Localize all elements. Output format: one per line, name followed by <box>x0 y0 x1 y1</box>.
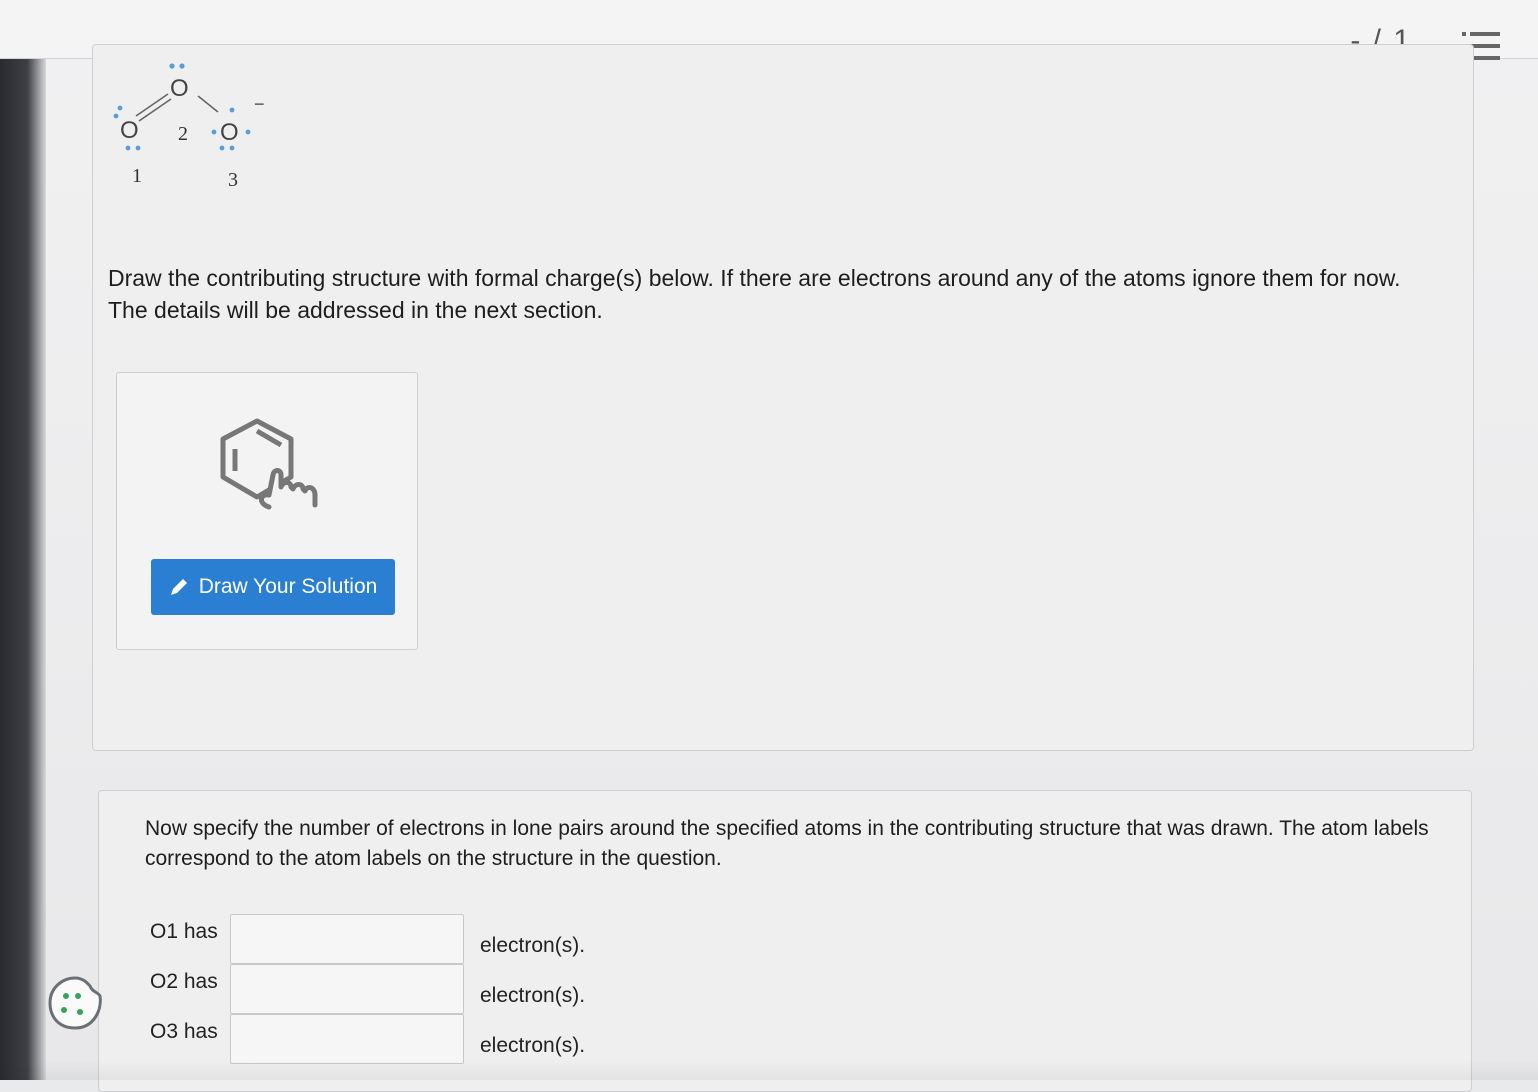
o1-electrons-input[interactable] <box>230 914 464 964</box>
row-o2-label: O2 has <box>150 970 218 993</box>
draw-prompt: Draw the contributing structure with for… <box>108 262 1508 326</box>
cookie-icon[interactable] <box>46 974 104 1032</box>
row-o1-unit: electron(s). <box>480 934 586 957</box>
drawing-area[interactable]: Draw Your Solution <box>116 372 418 650</box>
atom-o3-symbol: O <box>220 119 239 146</box>
atom-label-2: 2 <box>178 123 188 145</box>
draw-prompt-line2: The details will be addressed in the nex… <box>108 297 603 323</box>
atom-label-3: 3 <box>228 169 238 191</box>
page: - / 1 O O O − 1 2 3 Draw the contributin… <box>0 0 1538 1092</box>
o3-electrons-input[interactable] <box>230 1014 464 1064</box>
bottom-shadow <box>0 1060 1538 1080</box>
row-o3-label: O3 has <box>150 1020 218 1043</box>
atom-o1-symbol: O <box>120 117 139 144</box>
draw-button-label: Draw Your Solution <box>198 575 378 598</box>
atom-label-1: 1 <box>132 165 142 187</box>
atom-o2-symbol: O <box>170 75 189 102</box>
row-o1-label: O1 has <box>150 920 218 943</box>
draw-your-solution-button[interactable]: Draw Your Solution <box>151 559 395 615</box>
pencil-icon <box>170 579 187 595</box>
charge-o3: − <box>254 94 265 114</box>
row-o2-unit: electron(s). <box>480 984 586 1007</box>
draw-prompt-line1: Draw the contributing structure with for… <box>108 265 1401 291</box>
draw-structure-icon <box>220 418 318 510</box>
lone-pair-prompt: Now specify the number of electrons in l… <box>145 817 1429 870</box>
monitor-bezel <box>0 0 46 1080</box>
ozone-structure: O O O − 1 2 3 <box>113 63 265 191</box>
row-o3-unit: electron(s). <box>480 1034 586 1057</box>
o2-electrons-input[interactable] <box>230 964 464 1014</box>
